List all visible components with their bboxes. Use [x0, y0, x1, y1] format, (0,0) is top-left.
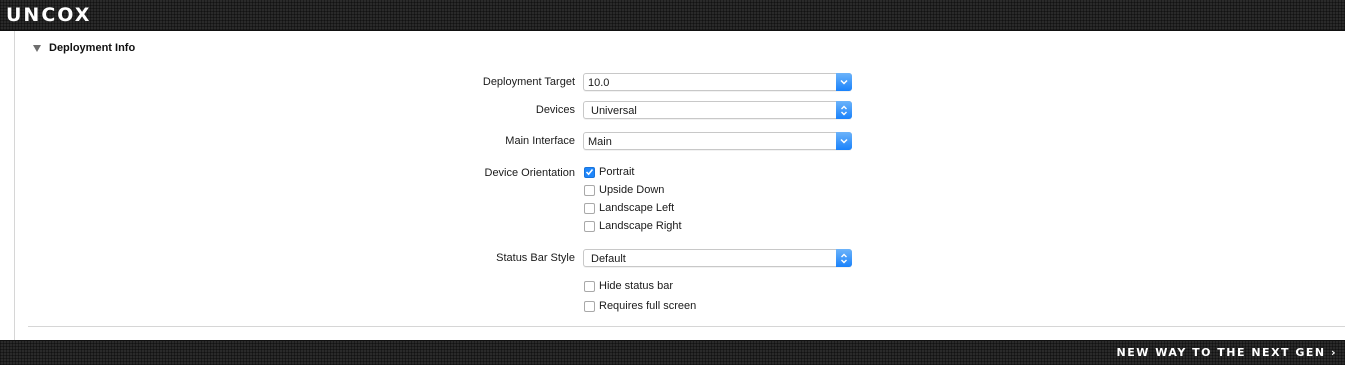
devices-label: Devices [535, 104, 575, 116]
deployment-target-combobox[interactable]: 10.0 [583, 73, 852, 91]
top-banner: UNCOX [0, 0, 1345, 31]
requires-full-screen-checkbox[interactable]: Requires full screen [584, 300, 696, 312]
upside-down-label[interactable]: Upside Down [599, 184, 664, 196]
brand-logo: UNCOX [6, 4, 92, 26]
status-bar-style-popup[interactable]: Default [583, 249, 852, 267]
device-orientation-label: Device Orientation [484, 167, 576, 179]
landscape-left-label[interactable]: Landscape Left [599, 202, 674, 214]
section-header-deployment-info[interactable]: Deployment Info [33, 41, 135, 55]
landscape-left-checkbox[interactable]: Landscape Left [584, 202, 674, 214]
status-bar-style-label: Status Bar Style [496, 252, 575, 264]
chevron-down-icon[interactable] [836, 73, 852, 91]
bottom-banner: NEW WAY TO THE NEXT GEN › [0, 340, 1345, 365]
portrait-checkbox[interactable]: Portrait [584, 166, 634, 178]
disclosure-triangle-icon[interactable] [33, 44, 41, 52]
landscape-right-label[interactable]: Landscape Right [599, 220, 682, 232]
main-interface-combobox[interactable]: Main [583, 132, 852, 150]
checkbox-box[interactable] [584, 202, 595, 214]
chevron-down-icon[interactable] [836, 132, 852, 150]
checkbox-box[interactable] [584, 184, 595, 196]
status-bar-style-value: Default [591, 253, 626, 265]
requires-full-screen-label[interactable]: Requires full screen [599, 300, 696, 312]
hide-status-bar-label[interactable]: Hide status bar [599, 280, 673, 292]
hide-status-bar-checkbox[interactable]: Hide status bar [584, 280, 673, 292]
checkbox-box[interactable] [584, 280, 595, 292]
checkbox-box[interactable] [584, 220, 595, 232]
up-down-arrows-icon[interactable] [836, 101, 852, 119]
deployment-target-value[interactable]: 10.0 [588, 76, 609, 90]
portrait-label[interactable]: Portrait [599, 166, 634, 178]
devices-popup[interactable]: Universal [583, 101, 852, 119]
brand-tagline: NEW WAY TO THE NEXT GEN › [1116, 346, 1337, 359]
section-divider [28, 326, 1345, 327]
section-title: Deployment Info [49, 42, 136, 54]
main-interface-value[interactable]: Main [588, 135, 612, 149]
deployment-target-label: Deployment Target [482, 76, 575, 88]
upside-down-checkbox[interactable]: Upside Down [584, 184, 664, 196]
checkmark-icon[interactable] [584, 166, 595, 178]
checkbox-box[interactable] [584, 300, 595, 312]
main-interface-label: Main Interface [505, 135, 575, 147]
landscape-right-checkbox[interactable]: Landscape Right [584, 220, 682, 232]
devices-value: Universal [591, 105, 637, 117]
up-down-arrows-icon[interactable] [836, 249, 852, 267]
left-divider [14, 31, 15, 340]
